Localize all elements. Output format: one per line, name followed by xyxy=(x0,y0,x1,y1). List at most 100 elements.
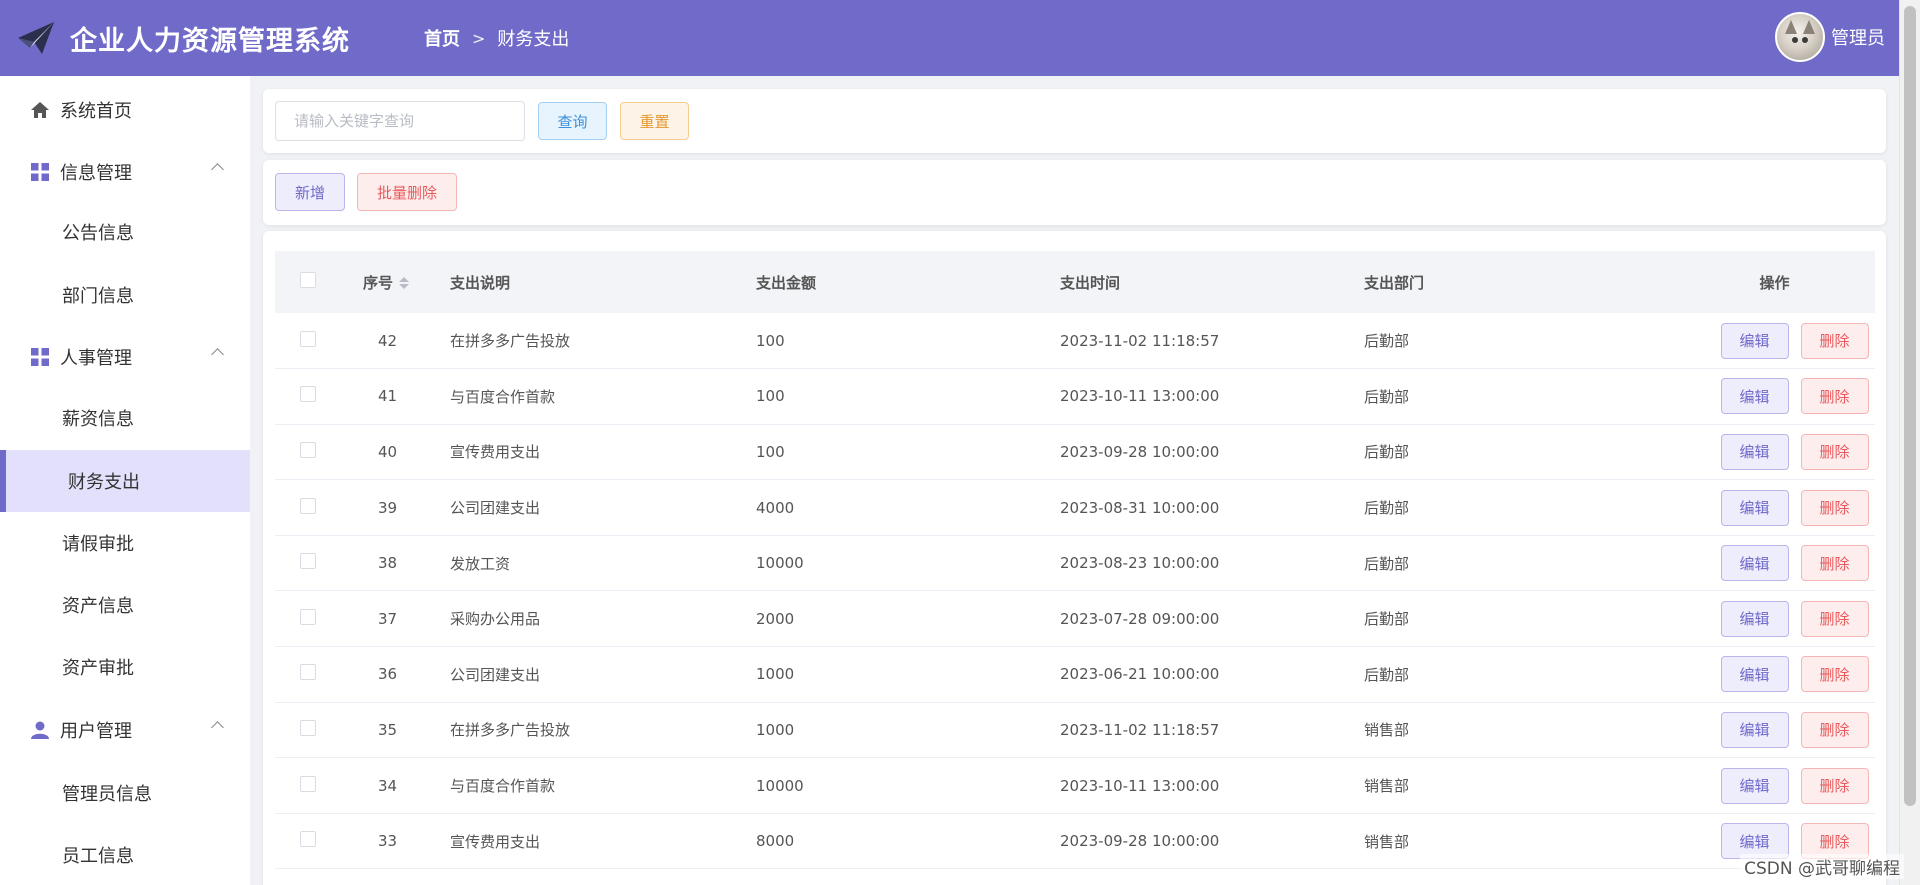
select-all-checkbox[interactable] xyxy=(300,272,316,288)
delete-button[interactable]: 删除 xyxy=(1800,378,1869,415)
column-header-id[interactable]: 序号 xyxy=(363,251,450,313)
sidebar-item-home[interactable]: 系统首页 xyxy=(0,79,250,141)
cell-actions: 编辑 删除 xyxy=(1674,535,1875,591)
breadcrumb-separator-icon: > xyxy=(472,28,486,48)
cell-department: 后勤部 xyxy=(1364,554,1410,573)
query-button[interactable]: 查询 xyxy=(538,102,607,140)
cell-description: 宣传费用支出 xyxy=(450,443,541,462)
column-header-department: 支出部门 xyxy=(1364,273,1425,292)
scrollbar-thumb[interactable] xyxy=(1904,6,1916,806)
sidebar-item-finance-expense[interactable]: 财务支出 xyxy=(0,450,250,512)
breadcrumb: 首页 > 财务支出 xyxy=(424,25,569,51)
cell-id: 34 xyxy=(377,776,398,795)
table-row: 42 在拼多多广告投放 100 2023-11-02 11:18:57 后勤部 编辑 删除 xyxy=(275,313,1875,369)
chevron-up-icon xyxy=(211,721,224,734)
edit-button[interactable]: 编辑 xyxy=(1720,711,1789,748)
sidebar-item-departments[interactable]: 部门信息 xyxy=(0,264,250,326)
delete-button[interactable]: 删除 xyxy=(1800,600,1869,637)
cell-amount: 1000 xyxy=(756,665,795,684)
cell-amount: 8000 xyxy=(756,832,795,851)
cell-description: 公司团建支出 xyxy=(450,665,541,684)
edit-button[interactable]: 编辑 xyxy=(1720,378,1789,415)
add-button[interactable]: 新增 xyxy=(275,173,345,211)
cell-actions: 编辑 删除 xyxy=(1674,702,1875,758)
sidebar: 系统首页 信息管理 公告信息 部门信息 人事管理 薪资信息 财务支出 请假审批 … xyxy=(0,76,250,885)
sidebar-item-label: 用户管理 xyxy=(60,721,132,742)
delete-button[interactable]: 删除 xyxy=(1800,656,1869,693)
row-checkbox[interactable] xyxy=(300,831,316,848)
avatar[interactable] xyxy=(1775,12,1825,62)
row-checkbox[interactable] xyxy=(300,497,316,514)
row-checkbox[interactable] xyxy=(300,664,316,681)
cell-department: 销售部 xyxy=(1364,832,1410,851)
edit-button[interactable]: 编辑 xyxy=(1720,545,1789,582)
sidebar-group-info-management[interactable]: 信息管理 xyxy=(0,141,250,203)
batch-delete-button[interactable]: 批量删除 xyxy=(357,173,457,211)
search-input[interactable] xyxy=(275,101,525,141)
delete-button[interactable]: 删除 xyxy=(1800,322,1869,359)
sidebar-group-hr-management[interactable]: 人事管理 xyxy=(0,326,250,388)
sidebar-item-employees[interactable]: 员工信息 xyxy=(0,824,250,885)
cell-amount: 4000 xyxy=(756,498,795,517)
sidebar-item-salary[interactable]: 薪资信息 xyxy=(0,387,250,449)
reset-button[interactable]: 重置 xyxy=(620,102,689,140)
cell-amount: 100 xyxy=(756,387,785,406)
edit-button[interactable]: 编辑 xyxy=(1720,767,1789,804)
table-row: 38 发放工资 10000 2023-08-23 10:00:00 后勤部 编辑 删除 xyxy=(275,535,1875,591)
column-header-actions: 操作 xyxy=(1759,273,1790,292)
row-checkbox[interactable] xyxy=(300,608,316,625)
home-icon xyxy=(30,100,50,120)
row-checkbox[interactable] xyxy=(300,330,316,347)
delete-button[interactable]: 删除 xyxy=(1800,545,1869,582)
row-checkbox[interactable] xyxy=(300,553,316,570)
watermark: CSDN @武哥聊编程 xyxy=(1740,854,1904,879)
paper-plane-logo-icon xyxy=(12,14,60,62)
row-checkbox[interactable] xyxy=(300,719,316,736)
cell-id: 38 xyxy=(377,554,398,573)
breadcrumb-home-link[interactable]: 首页 xyxy=(424,25,460,51)
chevron-up-icon xyxy=(211,348,224,361)
sidebar-group-user-management[interactable]: 用户管理 xyxy=(0,699,250,761)
cell-department: 后勤部 xyxy=(1364,610,1410,629)
edit-button[interactable]: 编辑 xyxy=(1720,600,1789,637)
sidebar-item-asset-approval[interactable]: 资产审批 xyxy=(0,636,250,698)
user-name[interactable]: 管理员 xyxy=(1831,24,1885,50)
cell-description: 采购办公用品 xyxy=(450,610,541,629)
user-icon xyxy=(30,720,50,740)
edit-button[interactable]: 编辑 xyxy=(1720,489,1789,526)
cell-time: 2023-09-28 10:00:00 xyxy=(1060,832,1220,851)
edit-button[interactable]: 编辑 xyxy=(1720,656,1789,693)
cell-description: 在拼多多广告投放 xyxy=(450,721,571,740)
sidebar-item-announcements[interactable]: 公告信息 xyxy=(0,201,250,263)
sidebar-item-admins[interactable]: 管理员信息 xyxy=(0,762,250,824)
delete-button[interactable]: 删除 xyxy=(1800,711,1869,748)
sidebar-item-label: 信息管理 xyxy=(60,163,132,184)
column-header-time: 支出时间 xyxy=(1060,273,1121,292)
table-row: 35 在拼多多广告投放 1000 2023-11-02 11:18:57 销售部 编辑 删除 xyxy=(275,702,1875,758)
row-checkbox[interactable] xyxy=(300,441,316,458)
edit-button[interactable]: 编辑 xyxy=(1720,322,1789,359)
cell-time: 2023-08-31 10:00:00 xyxy=(1060,498,1220,517)
sidebar-item-label: 人事管理 xyxy=(60,348,132,369)
row-checkbox[interactable] xyxy=(300,775,316,792)
user-menu[interactable]: 管理员 xyxy=(1775,12,1885,62)
sidebar-item-leave-approval[interactable]: 请假审批 xyxy=(0,512,250,574)
cell-amount: 100 xyxy=(756,442,785,461)
cell-description: 发放工资 xyxy=(450,554,511,573)
cell-department: 后勤部 xyxy=(1364,665,1410,684)
delete-button[interactable]: 删除 xyxy=(1800,767,1869,804)
row-checkbox[interactable] xyxy=(300,386,316,403)
cell-description: 宣传费用支出 xyxy=(450,832,541,851)
cell-amount: 2000 xyxy=(756,609,795,628)
edit-button[interactable]: 编辑 xyxy=(1720,433,1789,470)
cell-actions: 编辑 删除 xyxy=(1674,591,1875,647)
cell-actions: 编辑 删除 xyxy=(1674,369,1875,425)
delete-button[interactable]: 删除 xyxy=(1800,433,1869,470)
sidebar-item-assets[interactable]: 资产信息 xyxy=(0,574,250,636)
cell-actions: 编辑 删除 xyxy=(1674,480,1875,536)
sort-icon[interactable] xyxy=(399,277,410,289)
table-row: 39 公司团建支出 4000 2023-08-31 10:00:00 后勤部 编辑 删除 xyxy=(275,480,1875,536)
delete-button[interactable]: 删除 xyxy=(1800,489,1869,526)
cell-id: 36 xyxy=(377,665,398,684)
page-scrollbar[interactable] xyxy=(1899,0,1920,885)
